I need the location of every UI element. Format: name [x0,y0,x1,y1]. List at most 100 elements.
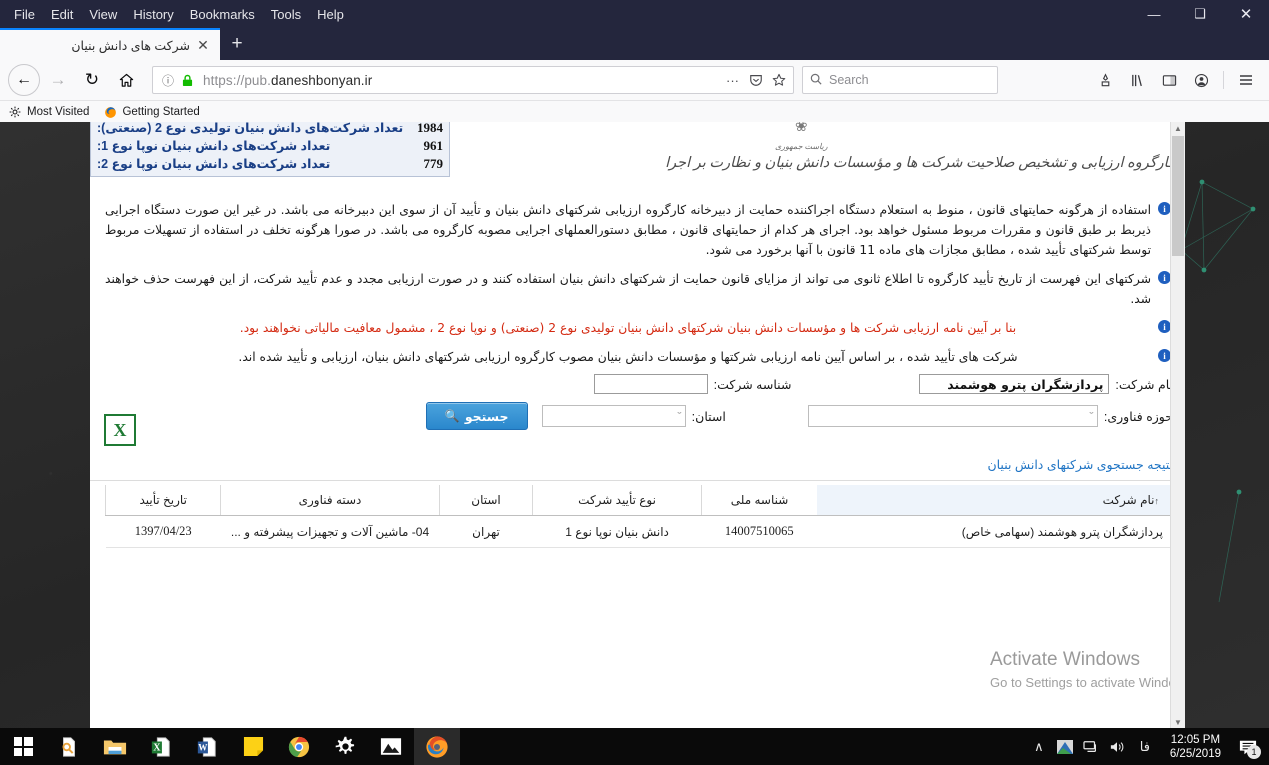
home-button[interactable] [110,64,142,96]
identity-info-icon[interactable]: ⓘ [159,71,177,89]
results-table-body: پردازشگران پترو هوشمند (سهامی خاص) 14007… [105,515,1173,548]
tray-volume-icon[interactable] [1104,728,1130,765]
forward-button[interactable]: → [42,64,74,96]
notice-item: i شرکت های تأیید شده ، بر اساس آیین نامه… [105,347,1173,367]
minimize-icon: — [1147,6,1161,22]
url-scheme: https:// [203,72,245,88]
tab-close-icon[interactable]: ✕ [194,36,212,54]
close-button[interactable]: ✕ [1223,0,1269,28]
menu-tools[interactable]: Tools [263,4,309,25]
scroll-thumb[interactable] [1172,136,1184,256]
url-host: daneshbonyan.ir [271,72,373,88]
table-header-row: ↑نام شرکت شناسه ملی نوع تأیید شرکت استان… [104,485,1173,516]
notice-item: i شرکتهای این فهرست از تاریخ تأیید کارگر… [105,269,1173,309]
menu-history[interactable]: History [125,4,181,25]
reload-button[interactable]: ↻ [76,64,108,96]
sticky-note-icon [243,736,263,757]
menu-file[interactable]: File [6,4,43,25]
taskbar-search[interactable] [46,728,92,765]
window-controls: — ❑ ✕ [1131,0,1269,28]
menu-view[interactable]: View [81,4,125,25]
lock-icon [179,72,195,88]
stat-label: تعداد شرکت‌های دانش بنیان تولیدی نوع 2 (… [97,122,404,135]
menu-bookmarks[interactable]: Bookmarks [182,4,263,25]
stat-value: 961 [423,138,444,153]
word-icon: W [197,736,216,757]
taskbar-settings[interactable] [322,728,368,765]
tray-language-indicator[interactable]: فا [1130,728,1160,765]
table-row[interactable]: پردازشگران پترو هوشمند (سهامی خاص) 14007… [105,515,1173,548]
taskbar-chrome[interactable] [276,728,322,765]
stat-value: 1984 [417,122,443,135]
government-emblem-icon: ❀ ریاست جمهوری [775,122,828,154]
tray-graphics-icon[interactable] [1052,728,1078,765]
folder-icon [103,740,127,754]
close-icon: ✕ [1239,6,1253,23]
stat-row: 961 تعداد شرکت‌های دانش بنیان نوپا نوع 1… [97,137,443,155]
browser-search-input[interactable]: Search [802,66,998,94]
taskbar-word[interactable]: W [184,728,230,765]
province-select[interactable]: ˇ [541,405,686,427]
new-tab-button[interactable]: + [220,28,254,60]
notice-item: i بنا بر آیین نامه ارزیابی شرکت ها و مؤس… [105,318,1173,338]
tech-field-select[interactable]: ˇ [807,405,1098,427]
scroll-down-arrow[interactable]: ▼ [1172,716,1184,728]
menu-help[interactable]: Help [309,4,352,25]
hamburger-menu-icon[interactable] [1231,65,1261,95]
taskbar-photos[interactable] [368,728,414,765]
tab-active[interactable]: شرکت های دانش بنیان ✕ [0,28,220,60]
company-id-label: شناسه شرکت: [713,377,792,392]
bookmark-star-icon[interactable] [770,72,787,89]
column-header-province[interactable]: استان [438,485,533,516]
url-bar[interactable]: ⓘ https://pub.daneshbonyan.ir ··· [152,66,794,94]
taskbar-sticky-notes[interactable] [230,728,276,765]
stat-label: تعداد شرکت‌های دانش بنیان نوپا نوع 1: [97,139,331,153]
clock-date: 6/25/2019 [1169,747,1221,760]
chrome-icon [288,736,310,757]
column-header-name-label: نام شرکت [1102,493,1155,507]
bookmark-getting-started-label: Getting Started [122,106,200,118]
emblem-glyph: ❀ [795,122,808,135]
menu-edit[interactable]: Edit [43,4,81,25]
tray-network-icon[interactable] [1078,728,1104,765]
company-name-input[interactable]: پردازشگران پترو هوشمند [919,374,1110,394]
page-scrollbar[interactable]: ▲ ▼ [1170,122,1185,728]
bookmarks-toolbar: Most Visited Getting Started [0,101,1269,124]
library-icon[interactable] [1122,65,1152,95]
back-button[interactable]: ← [8,64,40,96]
bookmark-getting-started[interactable]: Getting Started [103,105,200,119]
taskbar-clock[interactable]: 12:05 PM 6/25/2019 [1160,733,1231,761]
start-button[interactable] [0,728,46,765]
column-header-national-id[interactable]: شناسه ملی [700,485,818,516]
scroll-up-arrow[interactable]: ▲ [1172,122,1184,134]
page-actions-icon[interactable]: ··· [724,72,741,89]
chevron-down-icon: ˇ [677,411,682,421]
column-header-approval-date[interactable]: تاریخ تأیید [104,485,221,516]
tray-expand-icon[interactable]: ∧ [1026,728,1052,765]
excel-export-icon[interactable]: X [104,414,136,446]
search-document-icon [62,736,75,757]
taskbar-excel[interactable]: X [138,728,184,765]
desktop-wallpaper-network [1179,179,1256,603]
bookmark-most-visited[interactable]: Most Visited [8,105,89,119]
navigation-toolbar: ← → ↻ ⓘ https://pub.daneshbonyan.ir ··· [0,60,1269,101]
pocket-icon[interactable] [747,72,764,89]
notification-center-button[interactable]: 1 [1231,728,1265,765]
account-icon[interactable] [1186,65,1216,95]
taskbar-firefox[interactable] [414,728,460,765]
taskbar-file-explorer[interactable] [92,728,138,765]
column-header-tech-category[interactable]: دسته فناوری [220,485,440,516]
column-header-approval-type[interactable]: نوع تأیید شرکت [532,485,702,516]
notice-text: شرکت های تأیید شده ، بر اساس آیین نامه ا… [238,350,1018,364]
bookmark-most-visited-label: Most Visited [27,106,90,118]
company-id-input[interactable] [593,374,708,394]
minimize-button[interactable]: — [1131,0,1177,28]
column-header-approval-type-label: نوع تأیید شرکت [578,493,656,507]
search-button[interactable]: جستجو 🔍 [425,402,528,430]
column-header-name[interactable]: ↑نام شرکت [817,485,1173,516]
restore-button[interactable]: ❑ [1177,0,1223,28]
tab-title: شرکت های دانش بنیان [71,38,190,53]
sidebar-icon[interactable] [1154,65,1184,95]
save-to-pocket-icon[interactable] [1090,65,1120,95]
cell-tech-category: 04- ماشین آلات و تجهیزات پیشرفته و ... [220,515,440,548]
